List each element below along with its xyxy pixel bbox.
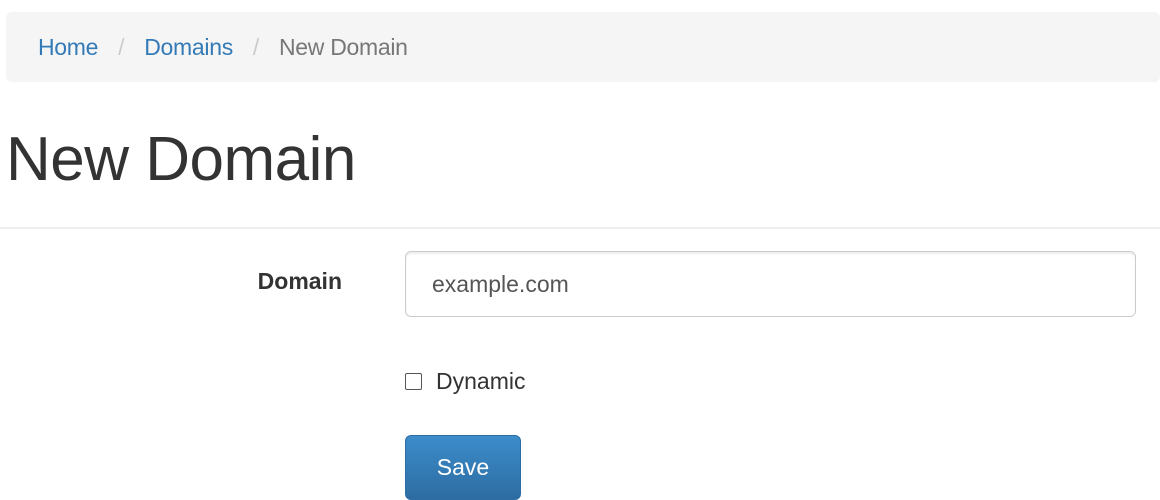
dynamic-checkbox[interactable] — [405, 373, 422, 390]
dynamic-checkbox-row[interactable]: Dynamic — [405, 368, 525, 395]
domain-input[interactable] — [405, 251, 1136, 317]
dynamic-label[interactable]: Dynamic — [436, 368, 525, 395]
title-divider — [0, 227, 1160, 229]
breadcrumb-domains-link[interactable]: Domains — [144, 34, 233, 61]
breadcrumb-current: New Domain — [279, 33, 408, 60]
breadcrumb: Home / Domains / New Domain — [6, 12, 1160, 82]
page-title: New Domain — [6, 125, 356, 194]
breadcrumb-separator: / — [118, 33, 125, 60]
domain-label: Domain — [257, 268, 342, 294]
breadcrumb-separator: / — [252, 33, 259, 60]
breadcrumb-home-link[interactable]: Home — [38, 34, 98, 61]
save-button[interactable]: Save — [405, 435, 521, 500]
